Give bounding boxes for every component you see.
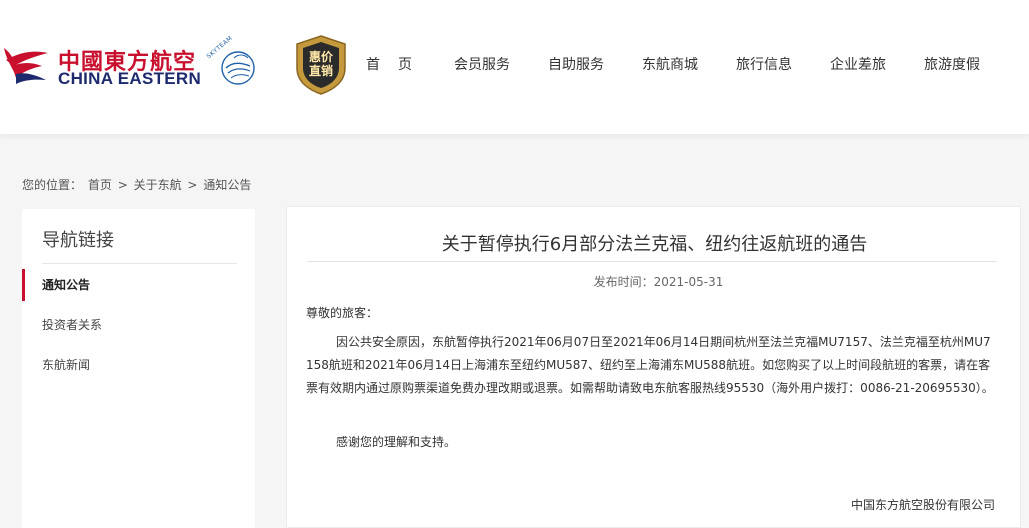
breadcrumb-about[interactable]: 关于东航 [134, 178, 182, 192]
breadcrumb-prefix: 您的位置： [22, 178, 83, 192]
logo-english-name: CHINA EASTERN [58, 69, 202, 88]
breadcrumb-separator: > [187, 178, 198, 192]
sidebar-item-notices[interactable]: 通知公告 [22, 269, 255, 301]
sidebar-item-investor-relations[interactable]: 投资者关系 [22, 309, 255, 341]
article-greeting: 尊敬的旅客： [306, 306, 379, 320]
direct-sale-badge[interactable]: 惠价 直销 [291, 34, 351, 96]
publish-date: 发布时间：2021-05-31 [287, 273, 1029, 290]
site-header: 中國東方航空 CHINA EASTERN SKYTEAM 惠价 直销 首页 会员… [0, 0, 1029, 134]
china-eastern-logo[interactable]: 中國東方航空 CHINA EASTERN [0, 42, 202, 92]
publish-label: 发布时间： [593, 275, 654, 289]
nav-home[interactable]: 首页 [366, 53, 430, 77]
sidebar-divider [42, 263, 237, 264]
nav-travel-info[interactable]: 旅行信息 [736, 53, 792, 77]
skyteam-logo[interactable]: SKYTEAM [205, 35, 258, 90]
article-title: 关于暂停执行6月部分法兰克福、纽约往返航班的通告 [441, 234, 868, 255]
sidebar-nav: 导航链接 通知公告 投资者关系 东航新闻 [22, 209, 255, 528]
nav-member-services[interactable]: 会员服务 [454, 53, 510, 77]
badge-text-line1: 惠价 [308, 50, 333, 64]
article-divider [307, 261, 997, 262]
breadcrumb-separator: > [117, 178, 128, 192]
nav-self-service[interactable]: 自助服务 [548, 53, 604, 77]
nav-corporate-travel[interactable]: 企业差旅 [830, 53, 886, 77]
article-signature: 中国东方航空股份有限公司 [850, 498, 995, 512]
nav-eastern-mall[interactable]: 东航商城 [642, 53, 698, 77]
nav-vacations[interactable]: 旅游度假 [924, 53, 980, 77]
sidebar-item-news[interactable]: 东航新闻 [22, 349, 255, 381]
sidebar-title: 导航链接 [42, 230, 114, 251]
article-body: 因公共安全原因，东航暂停执行2021年06月07日至2021年06月14日期间杭… [306, 335, 994, 395]
article-thanks: 感谢您的理解和支持。 [336, 435, 457, 449]
badge-text-line2: 直销 [308, 64, 333, 78]
publish-date-value: 2021-05-31 [653, 275, 724, 289]
notice-article: 关于暂停执行6月部分法兰克福、纽约往返航班的通告 发布时间：2021-05-31… [286, 206, 1021, 528]
main-nav: 首页 会员服务 自助服务 东航商城 旅行信息 企业差旅 旅游度假 [366, 53, 1018, 77]
breadcrumb-notices[interactable]: 通知公告 [203, 178, 251, 192]
breadcrumb-home[interactable]: 首页 [88, 178, 112, 192]
swallow-logo-icon [4, 48, 48, 84]
breadcrumb: 您的位置： 首页 > 关于东航 > 通知公告 [22, 176, 253, 193]
